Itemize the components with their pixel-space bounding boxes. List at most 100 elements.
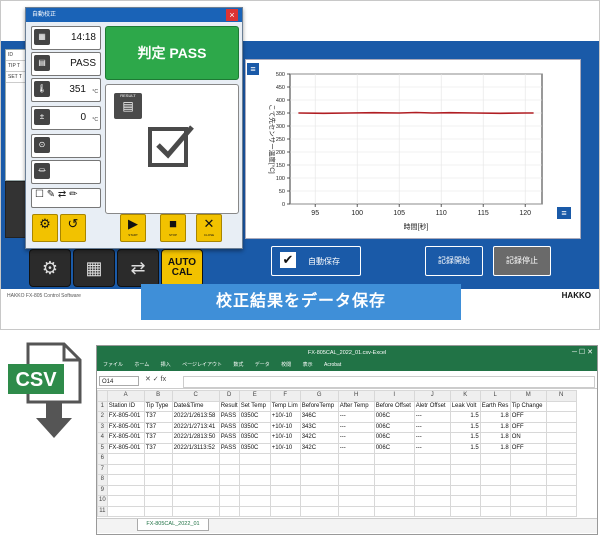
table-cell[interactable]: After Temp [337, 400, 375, 412]
table-cell[interactable] [479, 505, 511, 517]
ribbon-tab-formulas[interactable]: 数式 [233, 362, 243, 368]
table-cell[interactable] [337, 474, 375, 486]
table-cell[interactable] [337, 463, 375, 475]
table-cell[interactable] [106, 505, 145, 517]
checkbox-checked-icon[interactable]: ✔ [280, 252, 296, 268]
autosave-button[interactable]: ✔ 自動保存 [271, 246, 361, 276]
select-all-corner[interactable] [97, 390, 108, 402]
table-cell[interactable]: T37 [143, 442, 173, 454]
table-cell[interactable] [218, 495, 240, 507]
table-cell[interactable]: Aletr Offset [413, 400, 451, 412]
table-cell[interactable] [238, 474, 271, 486]
table-cell[interactable] [238, 463, 271, 475]
formula-input[interactable] [183, 376, 595, 388]
row-header[interactable]: 4 [97, 432, 108, 444]
table-cell[interactable] [171, 453, 220, 465]
table-cell[interactable]: Tip Change [509, 400, 547, 412]
table-cell[interactable]: PASS [218, 432, 240, 444]
table-cell[interactable] [106, 484, 145, 496]
column-header[interactable]: E [238, 390, 271, 402]
ribbon-tab-page-layout[interactable]: ページレイアウト [182, 362, 222, 368]
table-cell[interactable] [449, 463, 481, 475]
column-header[interactable]: K [449, 390, 481, 402]
table-cell[interactable]: Tip Type [143, 400, 173, 412]
table-cell[interactable] [373, 463, 415, 475]
ribbon-tab-home[interactable]: ホーム [134, 362, 149, 368]
ribbon-tab-file[interactable]: ファイル [103, 362, 123, 368]
table-cell[interactable] [218, 505, 240, 517]
table-cell[interactable] [479, 463, 511, 475]
table-cell[interactable]: FX-805-001 [106, 432, 145, 444]
table-cell[interactable]: 1.5 [449, 432, 481, 444]
table-cell[interactable] [269, 453, 301, 465]
table-cell[interactable]: 006C [373, 421, 415, 433]
table-cell[interactable]: OFF [509, 411, 547, 423]
sheet-tab[interactable]: FX-805CAL_2022_01 [137, 519, 209, 531]
record-stop-button[interactable]: 記録停止 [493, 246, 551, 276]
table-cell[interactable] [299, 484, 339, 496]
table-cell[interactable]: 006C [373, 432, 415, 444]
judge-pass-button[interactable]: 判定 PASS [105, 26, 239, 80]
table-cell[interactable]: +10/-10 [269, 432, 301, 444]
table-cell[interactable] [373, 484, 415, 496]
table-cell[interactable] [143, 463, 173, 475]
table-cell[interactable]: 1.8 [479, 432, 511, 444]
table-cell[interactable] [171, 463, 220, 475]
table-cell[interactable]: Earth Res [479, 400, 511, 412]
table-cell[interactable] [106, 453, 145, 465]
table-cell[interactable]: Result [218, 400, 240, 412]
column-header[interactable]: C [171, 390, 220, 402]
table-cell[interactable]: 346C [299, 411, 339, 423]
table-cell[interactable]: Date&Time [171, 400, 220, 412]
table-cell[interactable] [299, 453, 339, 465]
row-header[interactable]: 3 [97, 421, 108, 433]
ribbon-tab-acrobat[interactable]: Acrobat [324, 362, 341, 368]
table-cell[interactable] [218, 474, 240, 486]
history-button[interactable]: ↺ [60, 214, 86, 242]
table-cell[interactable] [106, 474, 145, 486]
table-cell[interactable] [218, 484, 240, 496]
board-icon[interactable]: ▦ [73, 249, 115, 287]
table-cell[interactable] [143, 453, 173, 465]
table-cell[interactable]: 2022/1/2713:41 [171, 421, 220, 433]
ribbon-tab-view[interactable]: 表示 [303, 362, 313, 368]
table-cell[interactable] [143, 505, 173, 517]
table-cell[interactable]: +10/-10 [269, 442, 301, 454]
pen-icon[interactable]: ✎ [47, 189, 55, 200]
menu-icon[interactable]: ≡ [247, 63, 259, 75]
table-cell[interactable] [171, 505, 220, 517]
table-cell[interactable]: T37 [143, 421, 173, 433]
table-cell[interactable] [449, 505, 481, 517]
table-cell[interactable]: --- [413, 432, 451, 444]
table-cell[interactable]: 1.5 [449, 411, 481, 423]
column-header[interactable]: I [373, 390, 415, 402]
table-cell[interactable]: 0350C [238, 421, 271, 433]
table-cell[interactable]: 342C [299, 432, 339, 444]
table-cell[interactable]: PASS [218, 421, 240, 433]
table-cell[interactable]: 2022/1/2613:58 [171, 411, 220, 423]
table-cell[interactable] [299, 463, 339, 475]
table-cell[interactable] [373, 453, 415, 465]
table-cell[interactable] [171, 474, 220, 486]
table-cell[interactable] [143, 474, 173, 486]
table-cell[interactable]: T37 [143, 411, 173, 423]
column-header[interactable]: L [479, 390, 511, 402]
table-cell[interactable]: Leak Volt [449, 400, 481, 412]
table-cell[interactable] [509, 495, 547, 507]
table-cell[interactable] [299, 495, 339, 507]
table-cell[interactable] [269, 474, 301, 486]
row-header[interactable]: 2 [97, 411, 108, 423]
table-cell[interactable]: 342C [299, 442, 339, 454]
table-cell[interactable] [479, 495, 511, 507]
table-cell[interactable] [509, 453, 547, 465]
ribbon-tab-review[interactable]: 校閲 [281, 362, 291, 368]
row-header[interactable]: 5 [97, 442, 108, 454]
table-cell[interactable] [509, 484, 547, 496]
table-cell[interactable] [545, 474, 577, 486]
table-cell[interactable] [413, 495, 451, 507]
arrows-icon[interactable]: ⇄ [117, 249, 159, 287]
pencil-icon[interactable]: ✏ [69, 189, 77, 200]
table-cell[interactable] [545, 495, 577, 507]
table-cell[interactable]: OFF [509, 442, 547, 454]
table-cell[interactable] [373, 505, 415, 517]
